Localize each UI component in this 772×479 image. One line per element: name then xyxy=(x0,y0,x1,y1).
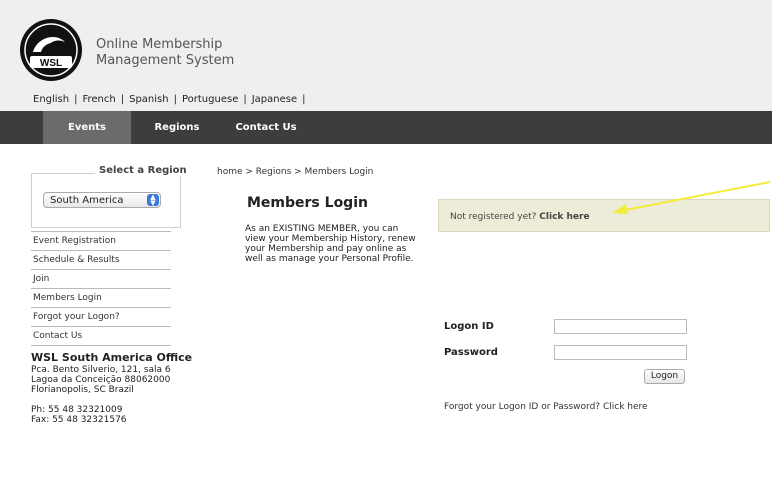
forgot-text: Forgot your Logon ID or Password? xyxy=(444,402,601,412)
lang-english[interactable]: English xyxy=(33,94,69,105)
app-title-line1: Online Membership xyxy=(96,37,223,52)
office-title: WSL South America Office xyxy=(31,351,193,364)
sidebar-item-contact-us[interactable]: Contact Us xyxy=(31,326,171,346)
password-input[interactable] xyxy=(554,345,687,360)
tab-events[interactable]: Events xyxy=(43,111,131,144)
forgot-click-here-link[interactable]: Click here xyxy=(603,402,648,412)
lang-japanese[interactable]: Japanese xyxy=(252,94,297,105)
app-title-line2: Management System xyxy=(96,53,235,68)
sidebar-menu: Event Registration Schedule & Results Jo… xyxy=(31,231,171,346)
page-title: Members Login xyxy=(247,195,368,211)
register-prompt-text: Not registered yet? xyxy=(450,212,537,222)
logon-id-input[interactable] xyxy=(554,319,687,334)
sidebar-item-join[interactable]: Join xyxy=(31,269,171,288)
office-address-line3: Florianopolis, SC Brazil xyxy=(31,385,134,395)
app-title: Online Membership Management System xyxy=(96,37,234,69)
logon-button[interactable]: Logon xyxy=(644,369,685,384)
region-select[interactable]: South America ▲ ▼ xyxy=(43,192,161,208)
sidebar-item-event-registration[interactable]: Event Registration xyxy=(31,231,171,250)
header: WSL Online Membership Management System … xyxy=(0,0,772,111)
register-click-here-link[interactable]: Click here xyxy=(539,212,589,222)
office-info: WSL South America Office Pca. Bento Silv… xyxy=(31,351,192,425)
tab-contact-us[interactable]: Contact Us xyxy=(222,111,310,144)
register-prompt: Not registered yet? Click here xyxy=(450,212,590,222)
annotation-arrow-icon xyxy=(612,181,771,214)
password-label: Password xyxy=(444,347,498,358)
sidebar-item-forgot-logon[interactable]: Forgot your Logon? xyxy=(31,307,171,326)
lang-portuguese[interactable]: Portuguese xyxy=(182,94,238,105)
language-bar: English | French | Spanish | Portuguese | Japane… xyxy=(33,94,306,105)
office-address-line1: Pca. Bento Silverio, 121, sala 6 xyxy=(31,365,171,375)
region-selected-value: South America xyxy=(50,195,124,206)
office-address-line2: Lagoa da Conceição 88062000 xyxy=(31,375,171,385)
lang-spanish[interactable]: Spanish xyxy=(129,94,169,105)
logon-id-label: Logon ID xyxy=(444,321,494,332)
breadcrumb: home > Regions > Members Login xyxy=(217,167,374,177)
tab-regions[interactable]: Regions xyxy=(140,111,214,144)
logo-text: WSL xyxy=(40,58,62,69)
lang-french[interactable]: French xyxy=(82,94,115,105)
intro-text: As an EXISTING MEMBER, you can view your… xyxy=(245,224,416,264)
forgot-credentials: Forgot your Logon ID or Password? Click … xyxy=(444,402,648,412)
office-fax: Fax: 55 48 32321576 xyxy=(31,415,127,425)
sidebar-item-members-login[interactable]: Members Login xyxy=(31,288,171,307)
select-arrows-icon: ▲ ▼ xyxy=(147,194,159,207)
wsl-logo[interactable]: WSL xyxy=(19,18,83,82)
office-phone: Ph: 55 48 32321009 xyxy=(31,405,123,415)
region-legend: Select a Region xyxy=(95,165,191,176)
sidebar-item-schedule-results[interactable]: Schedule & Results xyxy=(31,250,171,269)
main-nav: Events Regions Contact Us xyxy=(0,111,772,144)
